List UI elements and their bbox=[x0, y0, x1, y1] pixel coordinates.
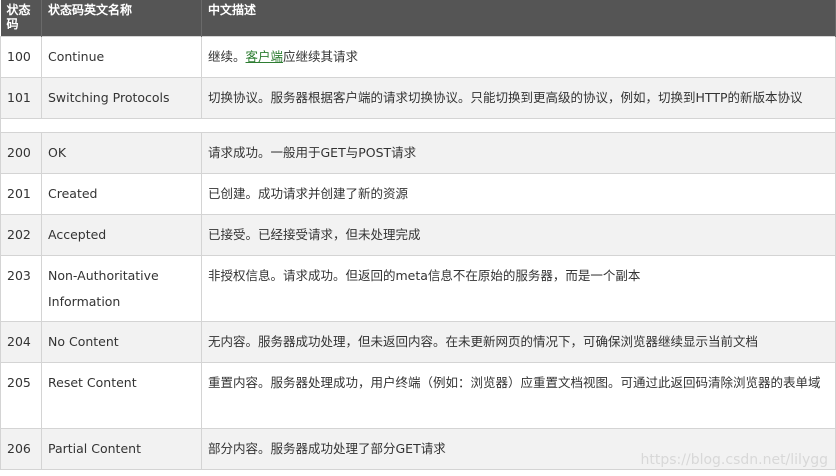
english-name-cell: Non-Authoritative Information bbox=[41, 254, 202, 322]
status-code-cell: 100 bbox=[0, 35, 42, 78]
status-code-cell: 201 bbox=[0, 172, 42, 215]
status-code-cell: 204 bbox=[0, 320, 42, 363]
description-cell: 非授权信息。请求成功。但返回的meta信息不在原始的服务器，而是一个副本 bbox=[201, 254, 836, 322]
table-row: 203 Non-Authoritative Information 非授权信息。… bbox=[0, 254, 836, 322]
english-name-cell: No Content bbox=[41, 320, 202, 363]
description-text: 继续。 bbox=[208, 48, 246, 64]
description-cell: 继续。客户端应继续其请求 bbox=[201, 35, 836, 78]
header-chinese-description: 中文描述 bbox=[201, 0, 836, 36]
table-row: 204 No Content 无内容。服务器成功处理，但未返回内容。在未更新网页… bbox=[0, 320, 836, 363]
description-cell: 切换协议。服务器根据客户端的请求切换协议。只能切换到更高级的协议，例如，切换到H… bbox=[201, 76, 836, 119]
description-text: 应继续其请求 bbox=[283, 48, 359, 64]
description-cell: 请求成功。一般用于GET与POST请求 bbox=[201, 131, 836, 174]
english-name-cell: Accepted bbox=[41, 213, 202, 256]
table-row: 201 Created 已创建。成功请求并创建了新的资源 bbox=[0, 172, 836, 215]
status-code-cell: 206 bbox=[0, 427, 42, 470]
table-spacer-row bbox=[0, 117, 836, 133]
header-english-name: 状态码英文名称 bbox=[41, 0, 202, 36]
status-code-cell: 101 bbox=[0, 76, 42, 119]
table-row: 200 OK 请求成功。一般用于GET与POST请求 bbox=[0, 131, 836, 174]
description-cell: 已创建。成功请求并创建了新的资源 bbox=[201, 172, 836, 215]
table-header-row: 状态码 状态码英文名称 中文描述 bbox=[0, 0, 836, 36]
description-cell: 无内容。服务器成功处理，但未返回内容。在未更新网页的情况下，可确保浏览器继续显示… bbox=[201, 320, 836, 363]
table-row: 206 Partial Content 部分内容。服务器成功处理了部分GET请求 bbox=[0, 427, 836, 470]
status-code-cell: 202 bbox=[0, 213, 42, 256]
status-code-cell: 200 bbox=[0, 131, 42, 174]
description-cell: 部分内容。服务器成功处理了部分GET请求 bbox=[201, 427, 836, 470]
table-row: 202 Accepted 已接受。已经接受请求，但未处理完成 bbox=[0, 213, 836, 256]
english-name-cell: OK bbox=[41, 131, 202, 174]
table-row: 101 Switching Protocols 切换协议。服务器根据客户端的请求… bbox=[0, 76, 836, 119]
english-name-cell: Partial Content bbox=[41, 427, 202, 470]
description-cell: 已接受。已经接受请求，但未处理完成 bbox=[201, 213, 836, 256]
status-code-cell: 205 bbox=[0, 361, 42, 429]
english-name-cell: Continue bbox=[41, 35, 202, 78]
header-status-code: 状态码 bbox=[0, 0, 42, 36]
description-cell: 重置内容。服务器处理成功，用户终端（例如：浏览器）应重置文档视图。可通过此返回码… bbox=[201, 361, 836, 429]
english-name-cell: Reset Content bbox=[41, 361, 202, 429]
table-row: 205 Reset Content 重置内容。服务器处理成功，用户终端（例如：浏… bbox=[0, 361, 836, 429]
client-link[interactable]: 客户端 bbox=[246, 49, 284, 64]
spacer-cell bbox=[0, 117, 836, 133]
status-code-table: 状态码 状态码英文名称 中文描述 100 Continue 继续。客户端应继续其… bbox=[0, 0, 836, 470]
english-name-cell: Switching Protocols bbox=[41, 76, 202, 119]
english-name-cell: Created bbox=[41, 172, 202, 215]
table-row: 100 Continue 继续。客户端应继续其请求 bbox=[0, 35, 836, 78]
status-code-cell: 203 bbox=[0, 254, 42, 322]
